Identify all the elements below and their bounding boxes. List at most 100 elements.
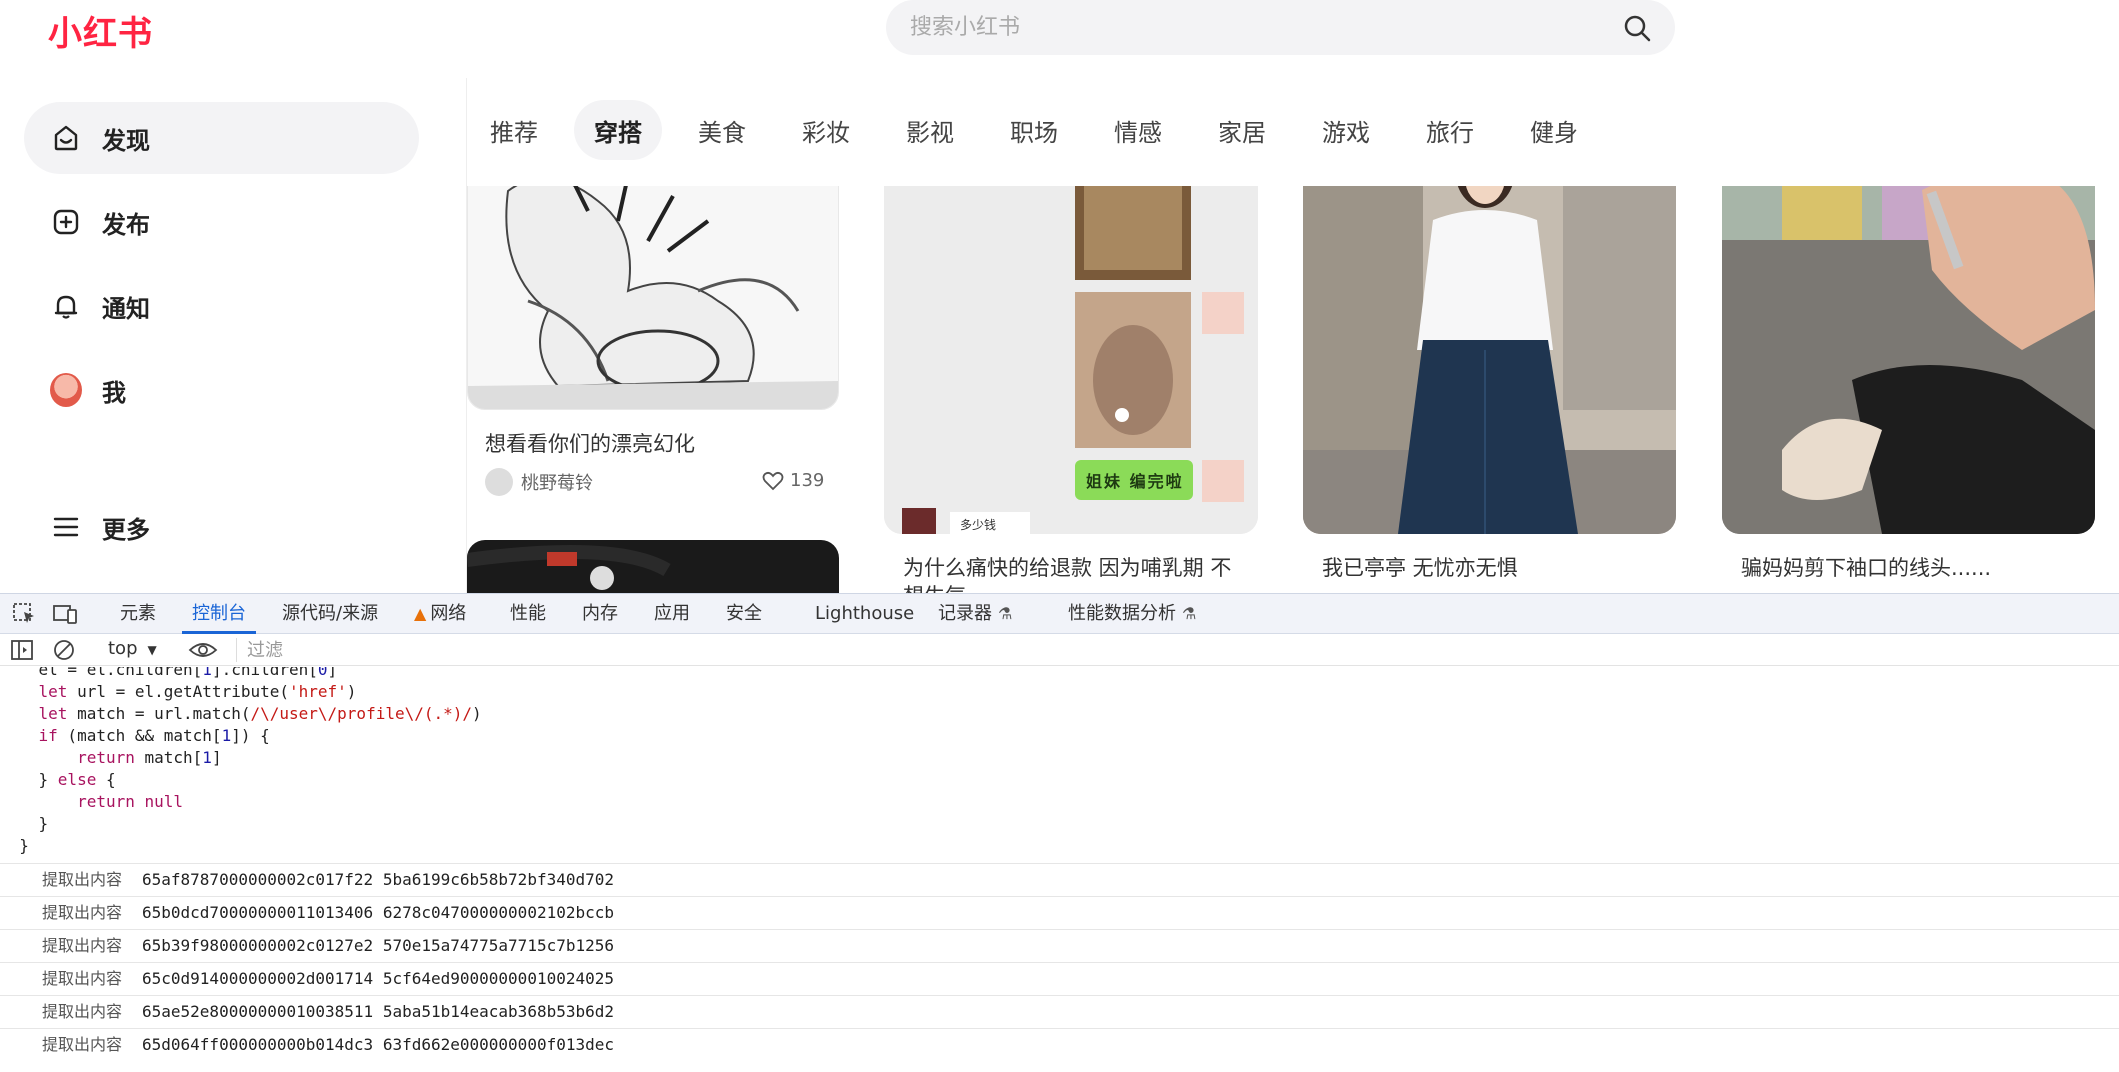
code-line: if (match && match[1]) { [38,726,270,745]
card-title[interactable]: 想看看你们的漂亮幻化 [485,428,695,458]
console-log-row: 提取出内容 65b39f98000000002c0127e2 570e15a747… [0,929,2119,962]
card-image[interactable] [1722,150,2095,534]
console-log-row: 提取出内容 65c0d914000000002d001714 5cf64ed900… [0,962,2119,995]
code-line: } else { [38,770,116,789]
console-output: el = el.children[1].children[0] let url … [0,667,2119,1072]
sidebar-toggle-icon[interactable] [10,638,36,662]
eye-icon[interactable] [188,638,218,662]
log-value: 65d064ff000000000b014dc3 63fd662e0000000… [142,1035,615,1054]
woman-white-shirt-image [1303,150,1676,534]
chevron-down-icon: ▼ [147,643,157,657]
card-author[interactable]: 桃野莓铃 [485,468,593,496]
tab-category[interactable]: 健身 [1510,100,1598,160]
category-tabs: 推荐 穿搭 美食 彩妆 影视 职场 情感 家居 游戏 旅行 健身 [470,100,1614,160]
inspect-element-icon[interactable] [12,602,38,626]
tab-category[interactable]: 旅行 [1406,100,1494,160]
devtools-tab-bar: 元素 控制台 源代码/来源 ▲ 网络 性能 内存 应用 安全 Lighthouse… [0,594,2119,634]
card-image[interactable] [467,540,839,593]
tab-category[interactable]: 彩妆 [782,100,870,160]
devtools-tab-lighthouse[interactable]: Lighthouse [815,594,914,634]
bell-icon [50,290,82,322]
context-selector[interactable]: top ▼ [108,638,157,662]
plus-square-icon [50,206,82,238]
dragon-sketch-image [468,151,838,409]
devtools-tab-memory[interactable]: 内存 [582,594,618,634]
code-line: let url = el.getAttribute('href') [38,682,357,701]
log-prefix: 提取出内容 [42,903,123,922]
tab-category[interactable]: 穿搭 [574,100,662,160]
code-line: } [19,836,29,855]
sidebar-item-discover[interactable]: 发现 [24,102,419,174]
chat-note: 多少钱 [960,518,997,532]
tab-category[interactable]: 职场 [990,100,1078,160]
sidebar-item-label: 我 [102,378,126,407]
card-title-overflow: 想生气 [903,580,966,593]
log-prefix: 提取出内容 [42,1035,123,1054]
tab-category[interactable]: 影视 [886,100,974,160]
sidebar-item-notifications[interactable]: 通知 [24,270,419,342]
log-value: 65b0dcd70000000011013406 6278c0470000000… [142,903,615,922]
card-title[interactable]: 我已亭亭 无忧亦无惧 [1322,552,1518,582]
log-prefix: 提取出内容 [42,870,123,889]
tab-category[interactable]: 推荐 [470,100,558,160]
hands-trimming-thread-image [1722,150,2095,534]
flask-icon: ⚗ [1182,604,1197,623]
log-value: 65c0d914000000002d001714 5cf64ed90000000… [142,969,615,988]
devtools-tab-elements[interactable]: 元素 [120,594,156,634]
card-title[interactable]: 骗妈妈剪下袖口的线头...... [1741,552,1991,582]
search-input[interactable] [910,9,1590,45]
devtools-tab-network[interactable]: ▲ 网络 [414,594,466,634]
sidebar-item-publish[interactable]: 发布 [24,186,419,258]
log-prefix: 提取出内容 [42,936,123,955]
xiaohongshu-logo[interactable]: 小红书 [48,6,153,55]
code-line: el = el.children[1].children[0] [0,667,338,679]
bracelet-image [467,545,671,590]
clear-console-icon[interactable] [52,638,78,662]
sidebar-item-label: 更多 [102,515,150,544]
tab-category[interactable]: 美食 [678,100,766,160]
avatar [50,373,82,407]
warning-icon: ▲ [414,604,427,623]
devtools-tab-security[interactable]: 安全 [726,594,762,634]
console-log-row: 提取出内容 65b0dcd70000000011013406 6278c04700… [0,896,2119,929]
devtools-tab-performance[interactable]: 性能 [510,594,546,634]
sidebar-item-label: 发布 [102,210,150,239]
chat-bubble-label: 姐妹 编完啦 [1086,472,1184,491]
search-bar[interactable] [886,0,1675,55]
card-title[interactable]: 为什么痛快的给退款 因为哺乳期 不 [903,552,1231,582]
devtools-panel: 元素 控制台 源代码/来源 ▲ 网络 性能 内存 应用 安全 Lighthouse… [0,593,2119,1071]
sidebar-item-label: 发现 [102,126,150,155]
search-icon[interactable] [1621,12,1653,44]
code-line: } [38,814,49,833]
necklace-collage-image [884,150,1258,534]
console-toolbar: top ▼ [0,634,2119,666]
tab-category[interactable]: 游戏 [1302,100,1390,160]
devtools-tab-recorder[interactable]: 记录器 ⚗ [938,594,1012,634]
code-line: return match[1] [77,748,222,767]
log-value: 65af8787000000002c017f22 5ba6199c6b58b72… [142,870,615,889]
log-value: 65ae52e80000000010038511 5aba51b14eacab3… [142,1002,615,1021]
log-prefix: 提取出内容 [42,969,123,988]
card-image[interactable]: 姐妹 编完啦 多少钱 [884,150,1258,534]
tab-category[interactable]: 家居 [1198,100,1286,160]
sidebar-item-me[interactable]: 我 [24,354,419,426]
devtools-tab-sources[interactable]: 源代码/来源 [282,594,378,634]
avatar [485,468,513,496]
devtools-tab-performance-insights[interactable]: 性能数据分析 ⚗ [1068,594,1196,634]
device-toolbar-icon[interactable] [52,602,78,626]
console-filter-input[interactable] [236,638,2116,662]
sidebar-item-more[interactable]: 更多 [24,491,419,563]
heart-icon [762,471,784,490]
tab-category[interactable]: 情感 [1094,100,1182,160]
webpage: 小红书 发现 发布 通知 我 更多 [0,0,2119,593]
devtools-tab-console[interactable]: 控制台 [182,594,256,634]
card-image[interactable] [467,150,839,410]
log-value: 65b39f98000000002c0127e2 570e15a74775a77… [142,936,615,955]
card-image[interactable] [1303,150,1676,534]
devtools-tab-application[interactable]: 应用 [654,594,690,634]
flask-icon: ⚗ [998,604,1013,623]
like-count[interactable]: 139 [762,470,824,491]
console-log-row: 提取出内容 65af8787000000002c017f22 5ba6199c6b… [0,863,2119,896]
code-line: return null [77,792,184,811]
console-log-row: 提取出内容 65ae52e80000000010038511 5aba51b14e… [0,995,2119,1028]
